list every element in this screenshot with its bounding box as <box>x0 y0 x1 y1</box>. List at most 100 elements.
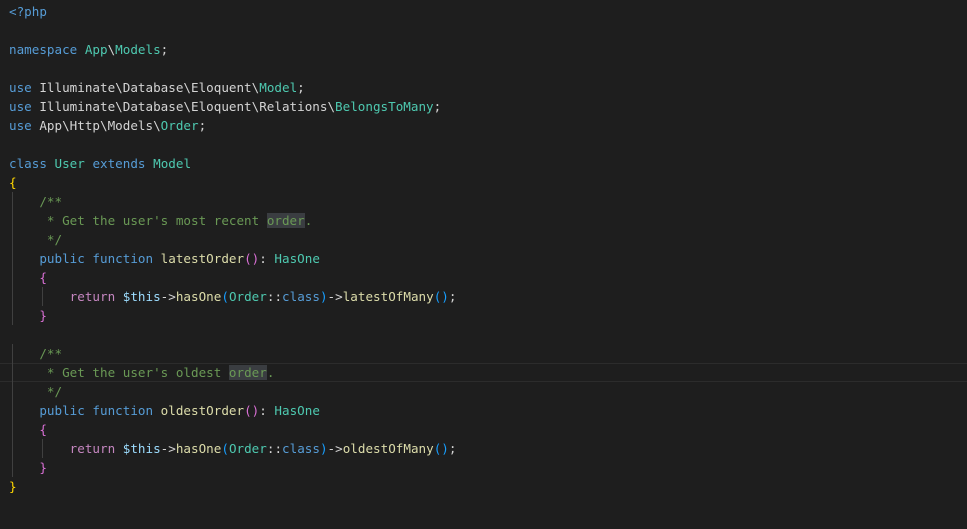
code-token: $this <box>122 441 161 456</box>
code-token: . <box>266 365 275 380</box>
code-token: ( <box>221 441 229 456</box>
code-token: ; <box>433 99 442 114</box>
code-line[interactable]: } <box>0 306 967 325</box>
code-token: use <box>9 118 40 133</box>
code-token: <?php <box>9 4 47 19</box>
code-token: HasOne <box>274 403 320 418</box>
code-token: App\Http\Models\ <box>39 118 161 133</box>
code-token: ; <box>448 441 457 456</box>
code-token: () <box>433 289 449 304</box>
code-token: Illuminate\Database\Eloquent\ <box>39 80 260 95</box>
code-token: use <box>9 80 40 95</box>
code-line[interactable]: namespace App\Models; <box>0 40 967 59</box>
code-token: Illuminate\Database\Eloquent\Relations\ <box>39 99 336 114</box>
code-token: } <box>39 460 47 475</box>
code-token: Model <box>153 156 192 171</box>
code-token: namespace <box>9 42 85 57</box>
indent-guide <box>12 287 13 306</box>
code-line[interactable]: } <box>0 458 967 477</box>
code-line[interactable]: /** <box>0 192 967 211</box>
code-line[interactable]: <?php <box>0 2 967 21</box>
indent-guide <box>12 211 13 230</box>
code-token: : <box>259 251 275 266</box>
code-token: :: <box>266 289 283 304</box>
code-token: ) <box>319 289 328 304</box>
code-line[interactable] <box>0 325 967 344</box>
code-line[interactable]: return $this->hasOne(Order::class)->late… <box>0 287 967 306</box>
code-token: return <box>69 289 123 304</box>
code-line[interactable]: * Get the user's oldest order. <box>0 363 967 382</box>
code-line[interactable]: */ <box>0 382 967 401</box>
code-line[interactable] <box>0 135 967 154</box>
indent-guide <box>12 230 13 249</box>
code-line[interactable]: use Illuminate\Database\Eloquent\Relatio… <box>0 97 967 116</box>
code-token: () <box>433 441 449 456</box>
code-token: ; <box>198 118 207 133</box>
code-token: -> <box>160 441 176 456</box>
code-line[interactable]: use App\Http\Models\Order; <box>0 116 967 135</box>
indent-guide <box>12 344 13 363</box>
code-token: -> <box>160 289 176 304</box>
indent-guide <box>12 249 13 268</box>
indent-guide <box>12 268 13 287</box>
code-token: order <box>228 365 267 380</box>
code-line[interactable]: } <box>0 477 967 496</box>
code-token: class <box>9 156 55 171</box>
code-line[interactable]: public function latestOrder(): HasOne <box>0 249 967 268</box>
code-token: function <box>92 403 161 418</box>
indent-guide <box>42 439 43 458</box>
code-token: * Get the user's most recent <box>39 213 267 228</box>
code-line[interactable]: public function oldestOrder(): HasOne <box>0 401 967 420</box>
code-token: } <box>9 479 17 494</box>
code-token: public <box>39 251 93 266</box>
code-token: User <box>54 156 85 171</box>
indent-guide <box>12 363 13 382</box>
indent-guide <box>12 306 13 325</box>
code-token: latestOrder <box>160 251 245 266</box>
code-token: { <box>39 270 47 285</box>
code-token: extends <box>92 156 146 171</box>
code-token: ( <box>221 289 229 304</box>
indent-guide <box>12 458 13 477</box>
code-token: /** <box>39 194 63 209</box>
code-token: class <box>282 289 320 304</box>
code-line[interactable]: { <box>0 420 967 439</box>
code-token: :: <box>266 441 283 456</box>
indent-guide <box>12 439 13 458</box>
code-token: -> <box>327 289 343 304</box>
code-token: Order <box>160 118 199 133</box>
code-token: ; <box>448 289 457 304</box>
code-token: } <box>39 308 47 323</box>
code-token: App <box>84 42 108 57</box>
code-token: ) <box>319 441 328 456</box>
code-token: $this <box>122 289 161 304</box>
code-token: use <box>9 99 40 114</box>
code-token: latestOfMany <box>342 289 434 304</box>
code-line[interactable]: * Get the user's most recent order. <box>0 211 967 230</box>
code-token: () <box>244 403 260 418</box>
code-line[interactable]: use Illuminate\Database\Eloquent\Model; <box>0 78 967 97</box>
code-line[interactable]: { <box>0 173 967 192</box>
indent-guide <box>12 382 13 401</box>
code-token: BelongsToMany <box>335 99 434 114</box>
code-token: Order <box>228 441 267 456</box>
code-line[interactable] <box>0 59 967 78</box>
code-token: { <box>9 175 17 190</box>
code-token: order <box>266 213 305 228</box>
code-token: class <box>282 441 320 456</box>
code-editor[interactable]: <?php namespace App\Models; use Illumina… <box>0 0 967 529</box>
indent-guide <box>12 401 13 420</box>
code-token: * Get the user's oldest <box>39 365 229 380</box>
indent-guide <box>12 420 13 439</box>
code-line[interactable]: class User extends Model <box>0 154 967 173</box>
code-token: Models <box>115 42 161 57</box>
code-token: Model <box>259 80 298 95</box>
code-line[interactable]: */ <box>0 230 967 249</box>
code-token: ; <box>160 42 169 57</box>
code-line[interactable]: /** <box>0 344 967 363</box>
code-line[interactable]: { <box>0 268 967 287</box>
code-line[interactable] <box>0 21 967 40</box>
code-token: : <box>259 403 275 418</box>
code-line[interactable]: return $this->hasOne(Order::class)->olde… <box>0 439 967 458</box>
